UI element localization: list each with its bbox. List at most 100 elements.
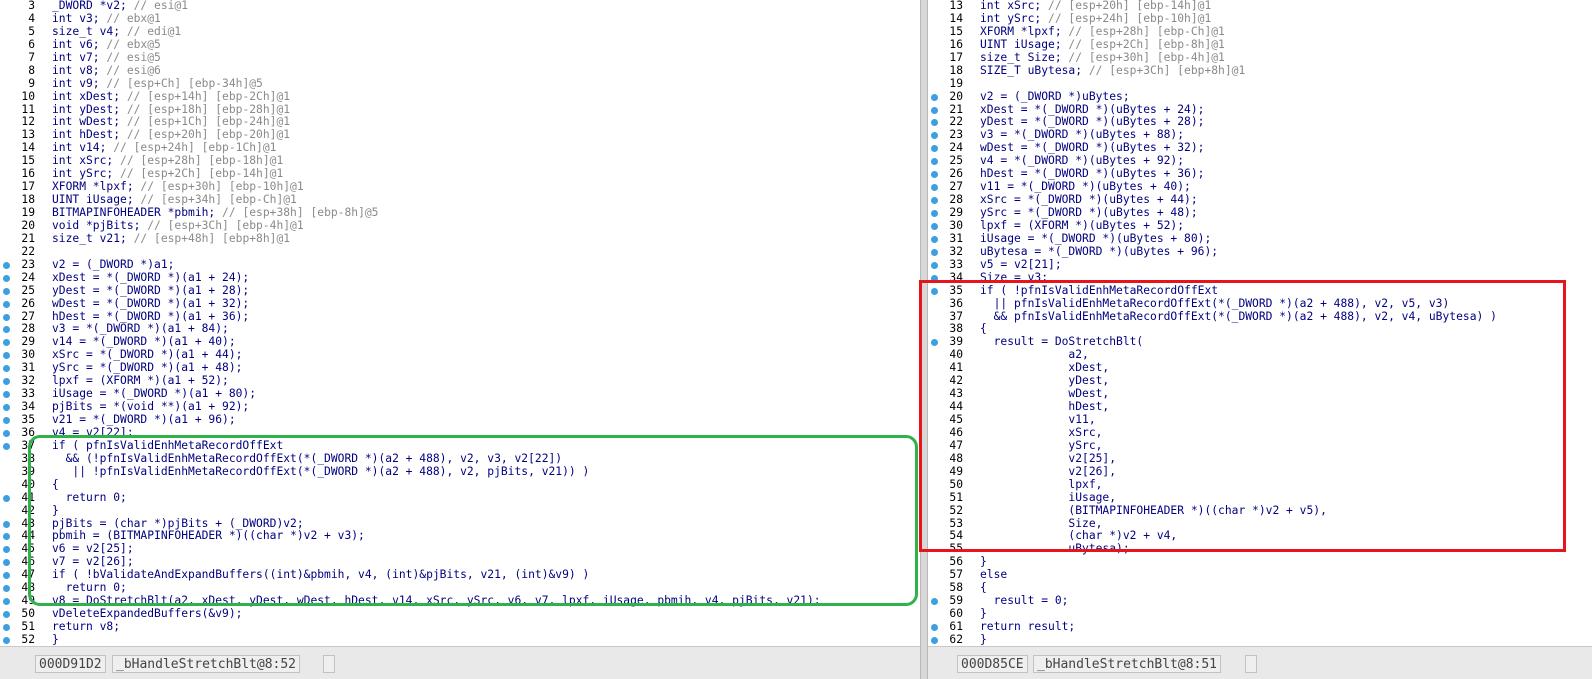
line-number: 19 [21,206,35,219]
code-line[interactable]: 21 size_t v21; // [esp+48h] [ebp+8h]@1 [0,232,920,246]
breakpoint-dot-icon[interactable] [931,235,938,243]
left-function-field: _bHandleStretchBlt@8:52 [112,655,301,673]
breakpoint-dot-icon[interactable] [3,313,10,321]
breakpoint-dot-icon[interactable] [3,559,10,567]
code-line[interactable]: 61 return result; [928,620,1592,634]
code-statement: v5 = v2[21]; [980,257,1062,271]
breakpoint-dot-icon[interactable] [3,611,10,619]
breakpoint-dot-icon[interactable] [931,145,938,153]
code-line[interactable]: 44 pbmih = (BITMAPINFOHEADER *)((char *)v… [0,529,920,543]
right-code-listing[interactable]: 13 int xSrc; // [esp+20h] [ebp-14h]@1 14 in… [928,0,1592,647]
code-statement: xSrc = *(_DWORD *)(uBytes + 44); [980,193,1198,207]
breakpoint-dot-icon[interactable] [3,287,10,295]
breakpoint-dot-icon[interactable] [3,546,10,554]
breakpoint-dot-icon[interactable] [3,326,10,334]
code-statement: uBytesa); [980,542,1130,556]
code-comment: // [esp+30h] [ebp-4h]@1 [1068,50,1225,64]
breakpoint-dot-icon[interactable] [3,636,10,644]
code-line[interactable]: 52} [0,632,920,647]
code-text: result = 0; [980,594,1069,608]
code-statement: wDest = *(_DWORD *)(uBytes + 32); [980,141,1205,155]
breakpoint-dot-icon[interactable] [931,106,938,114]
breakpoint-dot-icon[interactable] [3,300,10,308]
breakpoint-dot-icon[interactable] [3,365,10,373]
breakpoint-dot-icon[interactable] [931,184,938,192]
breakpoint-dot-icon[interactable] [3,417,10,424]
breakpoint-dot-icon[interactable] [931,339,938,347]
breakpoint-dot-icon[interactable] [931,171,938,179]
code-statement: pjBits = (char *)pjBits + (_DWORD)v2; [52,516,304,530]
breakpoint-dot-icon[interactable] [3,494,10,502]
breakpoint-dot-icon[interactable] [931,119,938,127]
code-line[interactable]: 37 && pfnIsValidEnhMetaRecordOffExt(*(_D… [928,310,1592,324]
right-status-bar: 000D85CE _bHandleStretchBlt@8:51 [928,646,1592,679]
code-statement: xDest = *(_DWORD *)(a1 + 24); [52,270,250,284]
breakpoint-dot-icon[interactable] [3,572,10,580]
code-line[interactable]: 18 SIZE_T uBytesa; // [esp+3Ch] [ebp+8h]@… [928,63,1592,78]
code-comment: // ebx@5 [106,37,161,51]
line-number: 18 [949,63,963,77]
breakpoint-dot-icon[interactable] [931,158,938,166]
code-text: } [52,633,59,647]
code-statement: lpxf, [980,477,1103,491]
breakpoint-dot-icon[interactable] [931,132,938,140]
breakpoint-dot-icon[interactable] [931,624,938,631]
left-code-listing[interactable]: 3 _DWORD *v2; // esi@1 4 int v3; // ebx@1 5 s… [0,0,920,647]
breakpoint-dot-icon[interactable] [931,287,938,295]
code-text: SIZE_T uBytesa; // [esp+3Ch] [ebp+8h]@1 [980,63,1246,78]
left-status-bar: 000D91D2 _bHandleStretchBlt@8:52 [0,646,920,679]
code-line[interactable]: 40 { [0,478,920,492]
right-pseudocode-pane[interactable]: 13 int xSrc; // [esp+20h] [ebp-14h]@1 14 in… [928,0,1592,679]
line-number: 29 [949,206,963,219]
breakpoint-dot-icon[interactable] [3,598,10,606]
code-line[interactable]: 57 else [928,568,1592,582]
code-line[interactable]: 56} [928,555,1592,569]
breakpoint-dot-icon[interactable] [3,533,10,541]
breakpoint-dot-icon[interactable] [931,197,938,205]
breakpoint-dot-icon[interactable] [931,210,938,217]
breakpoint-dot-icon[interactable] [3,585,10,593]
line-number: 31 [949,231,963,245]
breakpoint-dot-icon[interactable] [931,222,938,230]
breakpoint-dot-icon[interactable] [931,248,938,256]
code-line[interactable]: 55 uBytesa); [928,542,1592,556]
code-statement: int xDest; [52,89,127,103]
breakpoint-dot-icon[interactable] [931,93,938,101]
line-number: 51 [949,490,963,504]
line-number: 52 [21,632,35,646]
breakpoint-dot-icon[interactable] [3,274,10,282]
code-statement: int ySrc; [52,167,121,181]
code-line[interactable]: 59 result = 0; [928,594,1592,608]
breakpoint-dot-icon[interactable] [3,624,10,631]
code-line[interactable]: 35 v21 = *(_DWORD *)(a1 + 96); [0,413,920,427]
breakpoint-dot-icon[interactable] [931,636,938,644]
breakpoint-dot-icon[interactable] [931,598,938,606]
code-comment: // [esp+3Ch] [ebp+8h]@1 [1088,63,1246,77]
breakpoint-dot-icon[interactable] [3,404,10,412]
code-statement: v2[26], [980,464,1117,478]
code-statement: result = 0; [980,594,1069,608]
code-line[interactable]: 51 return v8; [0,620,920,634]
breakpoint-dot-icon[interactable] [3,378,10,386]
breakpoint-dot-icon[interactable] [931,261,938,269]
code-statement: SIZE_T uBytesa; [980,63,1089,77]
breakpoint-dot-icon[interactable] [3,520,10,528]
breakpoint-dot-icon[interactable] [3,442,10,450]
code-line[interactable]: 47 if ( !bValidateAndExpandBuffers((int)&… [0,568,920,582]
breakpoint-dot-icon[interactable] [3,391,10,399]
code-line[interactable]: 39 || !pfnIsValidEnhMetaRecordOffExt(*(_… [0,465,920,479]
breakpoint-dot-icon[interactable] [3,339,10,347]
left-pseudocode-pane[interactable]: 3 _DWORD *v2; // esi@1 4 int v3; // ebx@1 5 s… [0,0,920,679]
breakpoint-dot-icon[interactable] [3,352,10,360]
pane-splitter[interactable] [920,0,928,679]
breakpoint-dot-icon[interactable] [3,429,10,437]
code-line[interactable]: 50 vDeleteExpandedBuffers(&v9); [0,607,920,621]
line-number: 9 [28,76,35,90]
code-line[interactable]: 45 v6 = v2[25]; [0,542,920,556]
code-line[interactable]: 62} [928,633,1592,647]
code-line[interactable]: 41 return 0; [0,491,920,505]
breakpoint-dot-icon[interactable] [931,274,938,282]
breakpoint-dot-icon[interactable] [3,261,10,269]
code-statement: hDest, [980,400,1110,414]
code-statement: v4 = *(_DWORD *)(uBytes + 92); [980,154,1185,168]
